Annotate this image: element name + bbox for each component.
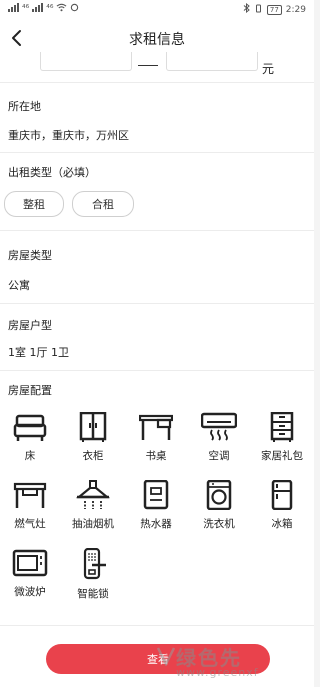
config-item-label: 家居礼包: [261, 450, 303, 462]
vibrate-icon: [254, 4, 263, 16]
water-heater-icon: [143, 480, 169, 510]
config-item-label: 空调: [208, 450, 230, 462]
view-button[interactable]: 查看: [46, 644, 270, 674]
divider: [0, 152, 314, 153]
range-hood-icon: [75, 480, 111, 509]
location-label: 所在地: [8, 100, 41, 113]
air-conditioner-icon: [201, 412, 237, 441]
rental-type-label: 出租类型（必填）: [8, 166, 96, 179]
smart-lock-icon: [83, 548, 106, 580]
divider: [0, 625, 314, 626]
divider: [0, 230, 314, 231]
footer-bar: 查看 绿色先 www.greenxf: [0, 628, 314, 687]
config-item-washing-machine[interactable]: 洗衣机: [189, 480, 249, 542]
network-type-label: ⁴⁶: [22, 4, 30, 14]
config-item-label: 智能锁: [77, 588, 109, 600]
desk-icon: [139, 414, 173, 440]
config-item-desk[interactable]: 书桌: [126, 412, 186, 474]
config-item-label: 抽油烟机: [72, 518, 114, 530]
rental-type-option-whole[interactable]: 整租: [4, 191, 64, 217]
wardrobe-icon: [79, 412, 107, 442]
form-content: 元 所在地 重庆市，重庆市，万州区 出租类型（必填） 整租 合租 房屋类型 公寓…: [0, 52, 314, 687]
min-price-input[interactable]: [40, 52, 132, 71]
network-type-label-2: ⁴⁶: [46, 4, 54, 14]
layout-value[interactable]: 1室 1厅 1卫: [8, 344, 69, 360]
config-item-label: 燃气灶: [14, 518, 46, 530]
signal-icon-2: [32, 3, 44, 15]
gas-stove-icon: [13, 482, 47, 508]
config-item-water-heater[interactable]: 热水器: [126, 480, 186, 542]
bed-icon: [13, 414, 47, 441]
status-bar: ⁴⁶ ⁴⁶ 77 2:29: [0, 0, 314, 18]
config-item-air-conditioner[interactable]: 空调: [189, 412, 249, 474]
battery-icon: 77: [266, 4, 282, 15]
house-type-value[interactable]: 公寓: [8, 277, 30, 293]
signal-icon: [8, 3, 19, 15]
microwave-icon: [12, 549, 48, 577]
config-item-label: 冰箱: [271, 518, 293, 530]
wifi-icon: [56, 3, 67, 15]
page-title: 求租信息: [129, 32, 185, 48]
config-item-fridge[interactable]: 冰箱: [252, 480, 312, 542]
config-item-label: 微波炉: [14, 586, 46, 598]
price-unit: 元: [262, 62, 275, 76]
house-type-label: 房屋类型: [8, 249, 52, 262]
bluetooth-icon: [243, 2, 250, 16]
config-label: 房屋配置: [8, 384, 52, 397]
config-item-label: 热水器: [140, 518, 172, 530]
config-item-label: 洗衣机: [203, 518, 235, 530]
config-item-label: 衣柜: [82, 450, 104, 462]
sync-icon: [70, 3, 79, 15]
fridge-icon: [271, 480, 293, 510]
config-item-smart-lock[interactable]: 智能锁: [63, 548, 123, 610]
divider: [0, 370, 314, 371]
price-range: 元: [0, 52, 314, 80]
battery-level: 77: [266, 4, 282, 15]
max-price-input[interactable]: [166, 52, 258, 71]
range-dash: [138, 65, 158, 66]
config-item-gas-stove[interactable]: 燃气灶: [0, 480, 60, 542]
washing-machine-icon: [206, 480, 232, 510]
config-item-label: 书桌: [145, 450, 167, 462]
divider: [0, 303, 314, 304]
config-item-range-hood[interactable]: 抽油烟机: [63, 480, 123, 542]
location-value[interactable]: 重庆市，重庆市，万州区: [8, 127, 129, 143]
layout-label: 房屋户型: [8, 319, 52, 332]
divider: [0, 82, 314, 83]
config-item-microwave[interactable]: 微波炉: [0, 548, 60, 610]
clock: 2:29: [285, 4, 306, 15]
config-item-wardrobe[interactable]: 衣柜: [63, 412, 123, 474]
rental-type-option-shared[interactable]: 合租: [72, 191, 134, 217]
config-item-label: 床: [24, 450, 36, 462]
cabinet-icon: [270, 412, 294, 442]
config-item-cabinet[interactable]: 家居礼包: [252, 412, 312, 474]
config-item-bed[interactable]: 床: [0, 412, 60, 474]
